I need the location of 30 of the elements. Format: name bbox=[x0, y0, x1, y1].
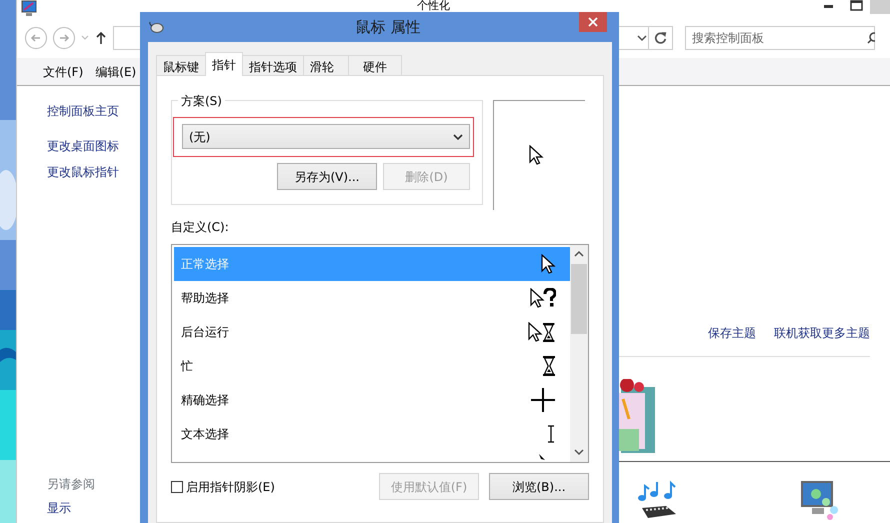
sidebar-link[interactable]: 更改鼠标指针 bbox=[47, 163, 141, 181]
tab[interactable]: 指针选项 bbox=[242, 55, 304, 76]
group-label: 方案(S) bbox=[178, 92, 225, 110]
theme-link[interactable]: 联机获取更多主题 bbox=[774, 324, 870, 342]
list-item[interactable]: 忙 bbox=[174, 349, 570, 383]
tab[interactable]: 鼠标键 bbox=[156, 55, 206, 76]
menu-item[interactable]: 编辑(E) bbox=[89, 62, 142, 80]
cursor-list[interactable]: 正常选择 帮助选择 后台运行 忙 精确选择 文本选择 bbox=[171, 244, 589, 463]
tab[interactable]: 指针 bbox=[205, 52, 243, 76]
list-label: 自定义(C): bbox=[171, 219, 230, 236]
sidebar-link[interactable]: 更改桌面图标 bbox=[47, 137, 141, 155]
save-as-button[interactable]: 另存为(V)... bbox=[277, 163, 377, 190]
browse-button[interactable]: 浏览(B)... bbox=[489, 473, 589, 500]
tab[interactable]: 硬件 bbox=[348, 55, 402, 76]
dropdown-value: (无) bbox=[189, 128, 210, 146]
menu-item[interactable]: 文件(F) bbox=[37, 62, 90, 80]
search-field[interactable]: 搜索控制面板 bbox=[685, 26, 875, 50]
section-heading: 另请参阅 bbox=[47, 476, 96, 493]
scheme-dropdown[interactable]: (无) bbox=[182, 124, 470, 149]
list-item[interactable]: 精确选择 bbox=[174, 383, 570, 417]
list-item[interactable]: 帮助选择 bbox=[174, 281, 570, 315]
tab[interactable]: 滑轮 bbox=[303, 55, 349, 76]
list-item[interactable]: 文本选择 bbox=[174, 417, 570, 451]
theme-link[interactable]: 保存主题 bbox=[708, 324, 756, 342]
window-title: 个性化 bbox=[417, 0, 450, 12]
sidebar-link[interactable]: 控制面板主页 bbox=[47, 102, 141, 120]
sidebar-link[interactable]: 显示 bbox=[47, 499, 141, 517]
dialog-title: 鼠标 属性 bbox=[356, 18, 420, 36]
shadow-checkbox[interactable]: 启用指针阴影(E) bbox=[171, 478, 275, 496]
list-item[interactable]: 后台运行 bbox=[174, 315, 570, 349]
